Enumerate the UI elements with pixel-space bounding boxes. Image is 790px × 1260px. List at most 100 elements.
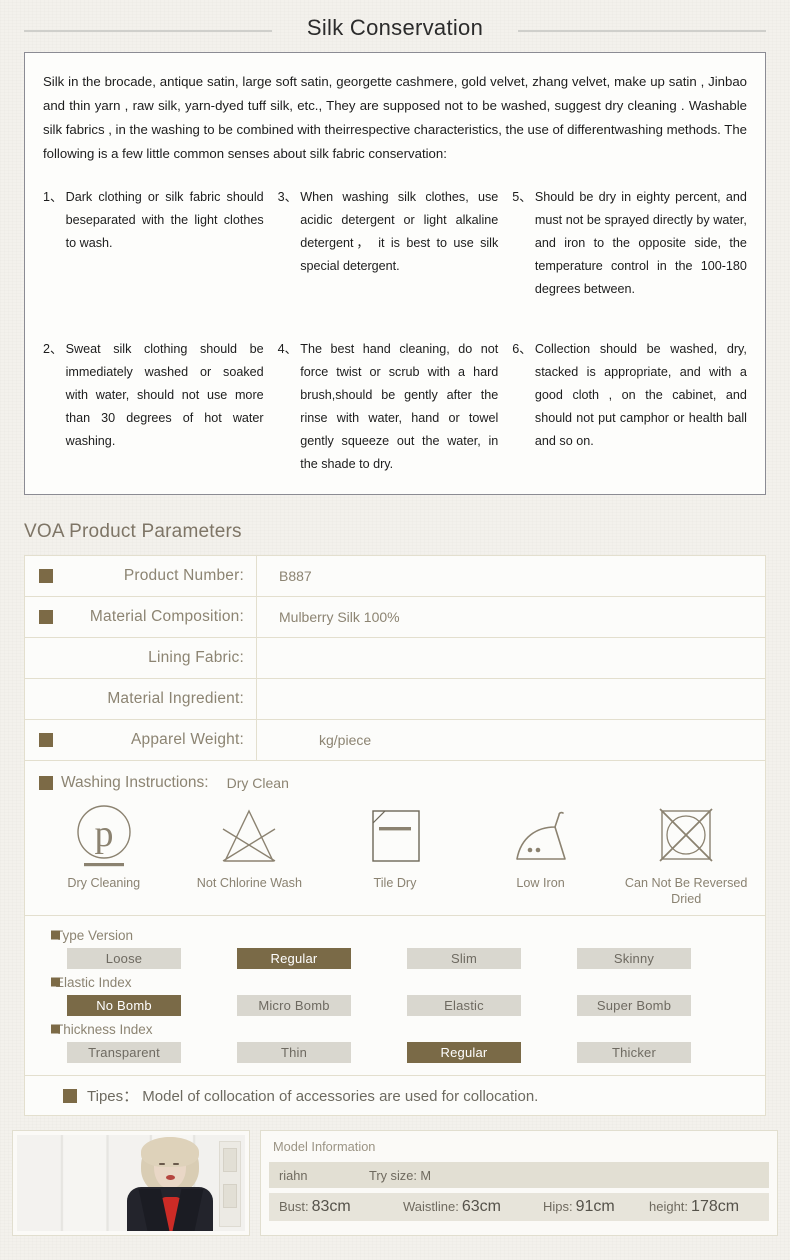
conservation-intro-text: Silk in the brocade, antique satin, larg… (43, 74, 747, 161)
model-eye-left (159, 1163, 165, 1165)
model-stats-row: Bust: 83cm Waistline: 63cm Hips: 91cm he… (269, 1193, 769, 1221)
model-stat-value: 63cm (461, 1198, 501, 1215)
washing-icon-item: Not Chlorine Wash (177, 801, 323, 907)
param-label-text: Lining Fabric: (148, 649, 244, 666)
option-cell: Skinny (577, 948, 747, 969)
option-pill-micro-bomb[interactable]: Micro Bomb (237, 995, 351, 1016)
param-label-cell: Product Number: (25, 556, 257, 596)
low-iron-icon (503, 801, 579, 873)
conservation-column-3: 5、 Should be dry in eighty percent, and … (512, 186, 747, 476)
svg-text:p: p (94, 813, 113, 855)
table-row: Apparel Weight: kg/piece (25, 720, 765, 761)
model-name-row: riahn Try size: M (269, 1162, 769, 1188)
option-pill-regular[interactable]: Regular (237, 948, 351, 969)
param-value-cell (257, 679, 765, 719)
title-rule-right (518, 30, 766, 32)
washing-icon-list: p Dry Cleaning Not Chlorine Wash Tile Dr… (25, 801, 765, 907)
param-value-cell (257, 638, 765, 678)
model-stat-bust: Bust: 83cm (279, 1198, 403, 1216)
option-cell: Loose (67, 948, 237, 969)
conservation-item-number: 6、 (512, 342, 532, 356)
washing-icon-caption: Low Iron (516, 876, 565, 890)
option-cell: Super Bomb (577, 995, 747, 1016)
option-pill-elastic[interactable]: Elastic (407, 995, 521, 1016)
param-label-text: Apparel Weight: (131, 731, 244, 748)
option-cell: Regular (237, 948, 407, 969)
page-title-row: Silk Conservation (0, 0, 790, 52)
option-cell: No Bomb (67, 995, 237, 1016)
param-label-cell: Lining Fabric: (25, 638, 257, 678)
model-information-panel: Model Information riahn Try size: M Bust… (260, 1130, 778, 1236)
conservation-item-number: 2、 (43, 342, 63, 356)
option-pill-slim[interactable]: Slim (407, 948, 521, 969)
option-pill-thin[interactable]: Thin (237, 1042, 351, 1063)
parameters-section-title: VOA Product Parameters (24, 521, 242, 542)
model-photo (12, 1130, 250, 1236)
marker-square-icon (39, 733, 53, 747)
option-pill-super-bomb[interactable]: Super Bomb (577, 995, 691, 1016)
product-parameters-table: Product Number: B887 Material Compositio… (24, 555, 766, 1116)
option-group-type-version: Type Version Loose Regular Slim Skinny (25, 924, 765, 969)
param-value-cell: B887 (279, 568, 312, 584)
washing-instructions-block: Washing Instructions: Dry Clean p Dry Cl… (25, 761, 765, 916)
option-pill-skinny[interactable]: Skinny (577, 948, 691, 969)
option-row: Transparent Thin Regular Thicker (25, 1042, 765, 1063)
option-cell: Micro Bomb (237, 995, 407, 1016)
option-pill-regular-thickness[interactable]: Regular (407, 1042, 521, 1063)
option-pill-transparent[interactable]: Transparent (67, 1042, 181, 1063)
param-label-text: Material Ingredient: (107, 690, 244, 707)
no-tumble-dry-icon (648, 801, 724, 873)
param-value-cell: kg/piece (319, 732, 372, 748)
table-row: Material Composition: Mulberry Silk 100% (25, 597, 765, 638)
option-cell: Transparent (67, 1042, 237, 1063)
conservation-columns: 1、 Dark clothing or silk fabric should b… (43, 186, 747, 476)
conservation-item: 3、 When washing silk clothes, use acidic… (278, 186, 499, 312)
model-stat-value: 83cm (311, 1198, 351, 1215)
conservation-column-2: 3、 When washing silk clothes, use acidic… (278, 186, 513, 476)
table-row: Product Number: B887 (25, 556, 765, 597)
tile-dry-icon (357, 801, 433, 873)
model-stat-value: 91cm (575, 1198, 615, 1215)
param-label-cell: Material Composition: (25, 597, 257, 637)
option-group-label: Thickness Index (55, 1021, 153, 1037)
model-stat-value: 178cm (691, 1198, 740, 1215)
model-stat-hips: Hips: 91cm (543, 1198, 649, 1216)
washing-instructions-label: Washing Instructions: (61, 774, 209, 791)
tipes-row: Tipes： Model of collocation of accessori… (25, 1076, 765, 1115)
model-figure (111, 1135, 229, 1231)
product-detail-page: Silk Conservation Silk in the brocade, a… (0, 0, 790, 1236)
model-try-size: Try size: M (369, 1167, 432, 1183)
conservation-item-text: Collection should be washed, dry, stacke… (534, 342, 747, 448)
model-eye-right (173, 1163, 179, 1165)
conservation-item: 5、 Should be dry in eighty percent, and … (512, 186, 747, 312)
conservation-item-number: 3、 (277, 190, 298, 204)
conservation-item: 6、 Collection should be washed, dry, sta… (512, 338, 747, 453)
washing-instructions-header: Washing Instructions: Dry Clean (25, 771, 765, 795)
table-row: Lining Fabric: (25, 638, 765, 679)
dry-cleaning-icon: p (66, 801, 142, 873)
option-cell: Elastic (407, 995, 577, 1016)
washing-icon-item: Low Iron (468, 801, 614, 907)
conservation-item-number: 4、 (277, 342, 298, 356)
option-pill-loose[interactable]: Loose (67, 948, 181, 969)
conservation-item-text: Sweat silk clothing should be immediatel… (65, 342, 264, 448)
washing-icon-caption: Tile Dry (373, 876, 417, 890)
marker-square-icon (63, 1088, 77, 1103)
option-group-title: Type Version (25, 924, 765, 946)
washing-icon-item: p Dry Cleaning (31, 801, 177, 907)
marker-square-icon (39, 776, 53, 790)
conservation-item-text: The best hand cleaning, do not force twi… (300, 342, 499, 471)
option-pill-no-bomb[interactable]: No Bomb (67, 995, 181, 1016)
conservation-item-text: When washing silk clothes, use acidic de… (300, 190, 499, 273)
tipes-text: Tipes： Model of collocation of accessori… (87, 1088, 539, 1105)
option-group-title: Thickness Index (25, 1018, 765, 1040)
option-group-label: Elastic Index (55, 974, 132, 990)
options-block: Type Version Loose Regular Slim Skinny E… (25, 916, 765, 1076)
conservation-item: 4、 The best hand cleaning, do not force … (278, 338, 499, 476)
silk-conservation-box: Silk in the brocade, antique satin, larg… (24, 52, 766, 495)
model-stat-height: height: 178cm (649, 1198, 769, 1216)
marker-square-icon (51, 1024, 60, 1034)
option-pill-thicker[interactable]: Thicker (577, 1042, 691, 1063)
model-stat-waistline: Waistline: 63cm (403, 1198, 543, 1216)
title-rule-left (24, 30, 272, 32)
